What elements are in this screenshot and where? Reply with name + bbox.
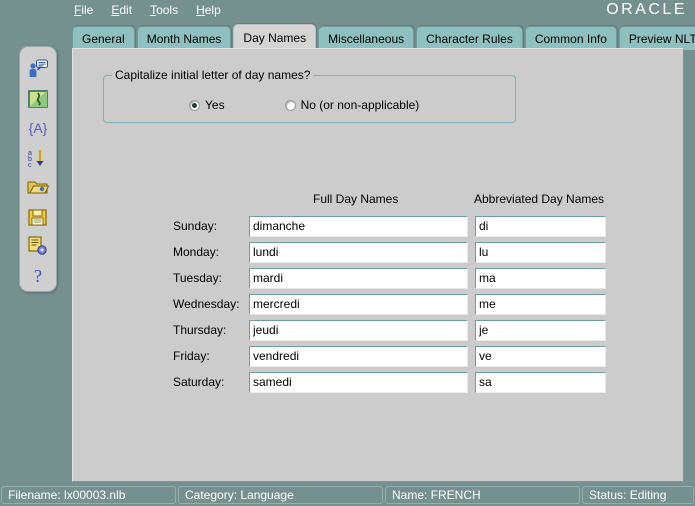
tab-strip: GeneralMonth NamesDay NamesMiscellaneous… — [72, 24, 695, 50]
day-label: Saturday: — [173, 375, 224, 389]
tab-month-names[interactable]: Month Names — [137, 26, 232, 50]
radio-mark-no — [285, 100, 296, 111]
day-row: Saturday: — [0, 369, 695, 395]
tab-preview-nlt[interactable]: Preview NLT — [619, 26, 695, 50]
tab-miscellaneous[interactable]: Miscellaneous — [318, 26, 414, 50]
status-bar: Filename: lx00003.nlb Category: Language… — [0, 485, 695, 505]
day-label: Friday: — [173, 349, 210, 363]
menu-item-help[interactable]: Help — [196, 3, 221, 17]
tab-general[interactable]: General — [72, 26, 135, 50]
day-label: Thursday: — [173, 323, 226, 337]
full-day-name-input[interactable] — [249, 346, 468, 367]
day-row: Wednesday: — [0, 291, 695, 317]
svg-text:c: c — [28, 162, 32, 169]
linguistic-sort-icon[interactable]: a b c — [23, 144, 53, 173]
svg-text:{A}: {A} — [29, 120, 48, 136]
full-day-name-input[interactable] — [249, 320, 468, 341]
radio-capitalize-yes[interactable]: Yes — [189, 98, 225, 112]
abbreviated-day-name-input[interactable] — [475, 320, 606, 341]
abbreviated-day-name-input[interactable] — [475, 372, 606, 393]
menu-item-edit[interactable]: Edit — [111, 3, 132, 17]
abbreviated-day-name-input[interactable] — [475, 294, 606, 315]
day-row: Tuesday: — [0, 265, 695, 291]
full-day-name-input[interactable] — [249, 372, 468, 393]
abbreviated-day-name-input[interactable] — [475, 242, 606, 263]
radio-mark-yes — [189, 100, 200, 111]
day-names-rows: Sunday: Monday: Tuesday: Wednesday: Thursday… — [0, 213, 695, 395]
territory-map-icon[interactable] — [23, 85, 53, 114]
oracle-logo: ORACLE — [606, 1, 687, 19]
menu-bar: File Edit Tools Help — [0, 0, 695, 20]
status-name: Name: FRENCH — [385, 486, 580, 504]
radio-label-yes: Yes — [205, 98, 225, 112]
tab-common-info[interactable]: Common Info — [525, 26, 617, 50]
character-set-icon[interactable]: {A} — [23, 114, 53, 143]
radio-label-no: No (or non-applicable) — [301, 98, 420, 112]
status-state: Status: Editing — [582, 486, 694, 504]
day-label: Tuesday: — [173, 271, 222, 285]
full-day-name-input[interactable] — [249, 294, 468, 315]
tab-character-rules[interactable]: Character Rules — [416, 26, 523, 50]
column-header-full-day-names: Full Day Names — [313, 192, 398, 206]
full-day-name-input[interactable] — [249, 242, 468, 263]
day-row: Monday: — [0, 239, 695, 265]
column-header-abbreviated-day-names: Abbreviated Day Names — [474, 192, 604, 206]
abbreviated-day-name-input[interactable] — [475, 268, 606, 289]
day-label: Monday: — [173, 245, 219, 259]
day-label: Wednesday: — [173, 297, 240, 311]
open-folder-icon[interactable] — [23, 173, 53, 202]
capitalize-group-box: Capitalize initial letter of day names? … — [103, 75, 516, 123]
full-day-name-input[interactable] — [249, 216, 468, 237]
language-person-icon[interactable] — [23, 55, 53, 84]
day-row: Friday: — [0, 343, 695, 369]
day-row: Thursday: — [0, 317, 695, 343]
menu-item-file[interactable]: File — [74, 3, 93, 17]
status-category: Category: Language — [178, 486, 383, 504]
abbreviated-day-name-input[interactable] — [475, 216, 606, 237]
abbreviated-day-name-input[interactable] — [475, 346, 606, 367]
capitalize-radio-row: Yes No (or non-applicable) — [104, 98, 517, 112]
status-filename: Filename: lx00003.nlb — [1, 486, 176, 504]
day-label: Sunday: — [173, 219, 217, 233]
capitalize-group-title: Capitalize initial letter of day names? — [112, 68, 313, 82]
tab-day-names[interactable]: Day Names — [233, 24, 316, 50]
radio-capitalize-no[interactable]: No (or non-applicable) — [285, 98, 420, 112]
day-row: Sunday: — [0, 213, 695, 239]
full-day-name-input[interactable] — [249, 268, 468, 289]
menu-item-tools[interactable]: Tools — [150, 3, 178, 17]
